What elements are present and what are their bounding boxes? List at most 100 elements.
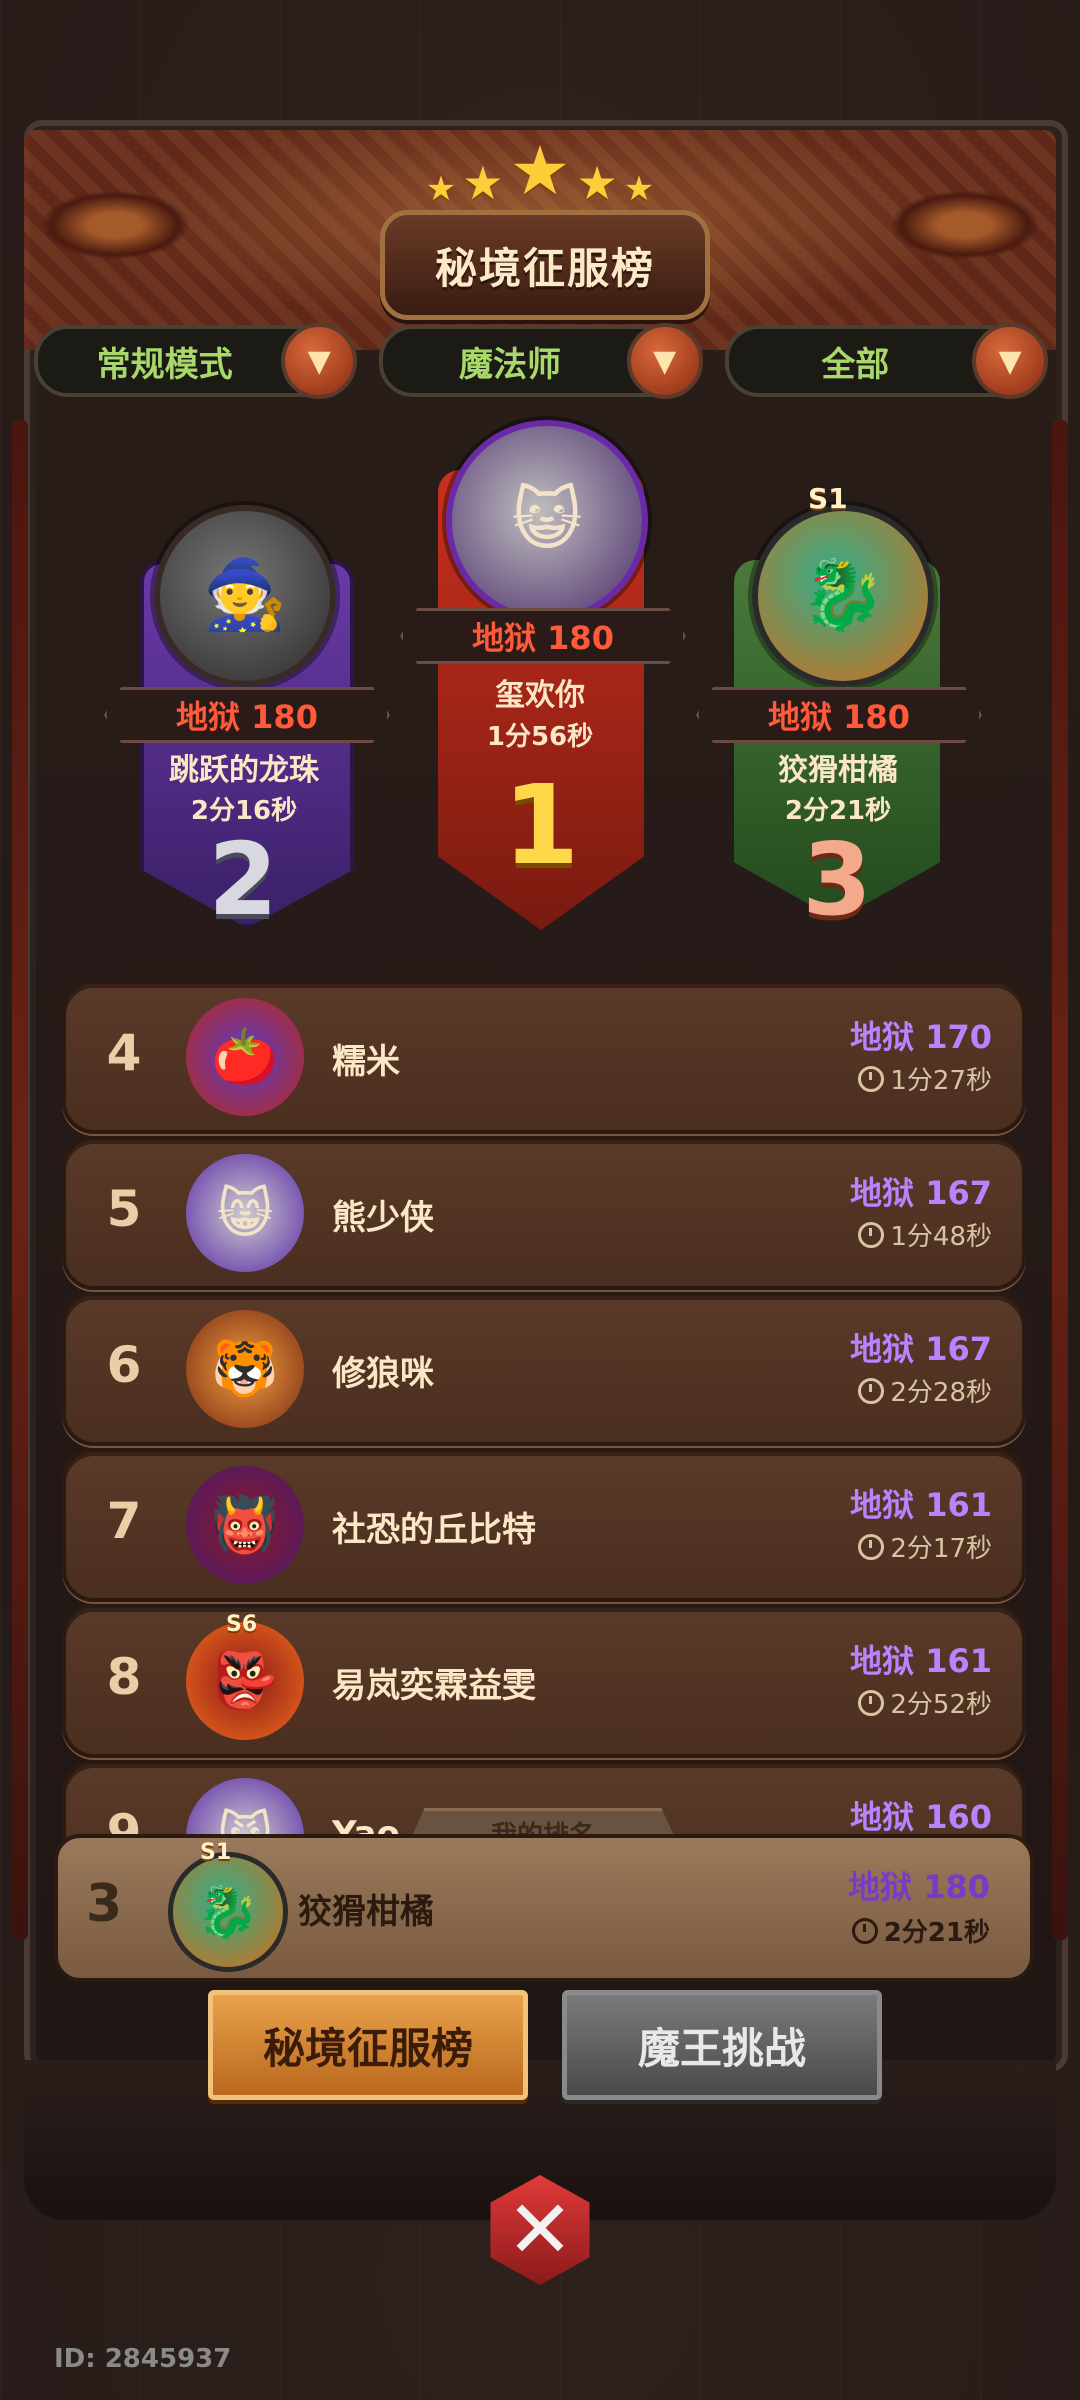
avatar: 🍅: [186, 998, 304, 1116]
tiger-avatar-icon: 🐯: [211, 1337, 279, 1400]
player-name: 跳跃的龙珠: [169, 753, 319, 788]
dropdown-label: 全部: [821, 344, 890, 385]
star-icon: ★: [623, 169, 655, 209]
scope-dropdown[interactable]: 全部 ▼: [724, 323, 1048, 399]
banner-eye-decoration: [890, 190, 1040, 260]
filter-bar: 常规模式 ▼ 魔法师 ▼ 全部 ▼: [34, 323, 1048, 399]
cat-avatar-icon: 😸: [216, 1181, 274, 1245]
avatar[interactable]: 😺: [446, 420, 648, 622]
score-text: 地狱 180: [848, 1868, 990, 1906]
score-text: 地狱 160: [850, 1798, 992, 1836]
player-name: 糯米: [332, 1042, 400, 1082]
rank-number: 6: [106, 1336, 142, 1394]
stars-decoration: ★ ★ ★ ★ ★: [400, 126, 680, 211]
clock-icon: [858, 1065, 885, 1092]
score-text: 地狱 180: [472, 619, 614, 657]
score-text: 地狱 167: [850, 1174, 992, 1212]
user-id: ID: 2845937: [54, 2344, 232, 2374]
player-name: 易岚奕霖益雯: [332, 1666, 536, 1706]
mode-dropdown[interactable]: 常规模式 ▼: [34, 323, 358, 399]
wizard-avatar-icon: 🧙: [202, 556, 288, 635]
hooded-avatar-icon: 👺: [211, 1649, 279, 1712]
player-name: 玺欢你: [495, 678, 585, 713]
score-text: 地狱 161: [850, 1486, 992, 1524]
hooded-avatar-icon: 👹: [211, 1493, 279, 1556]
clear-time-row: 1分48秒: [858, 1216, 992, 1253]
score-ribbon: 地狱 180: [400, 608, 686, 664]
cat-avatar-icon: 😺: [511, 481, 583, 560]
banner-eye-decoration: [40, 190, 190, 260]
clock-icon: [858, 1533, 885, 1560]
avatar: 😸: [186, 1154, 304, 1272]
score-text: 地狱 161: [850, 1642, 992, 1680]
rank-number: 8: [106, 1648, 142, 1706]
star-icon: ★: [576, 156, 618, 210]
rank-number: 1: [502, 761, 580, 889]
list-item[interactable]: 6 🐯 修狼咪 地狱 167 2分28秒: [62, 1292, 1026, 1446]
clear-time-row: 2分52秒: [858, 1684, 992, 1721]
star-icon: ★: [462, 156, 504, 210]
clear-time: 1分56秒: [486, 722, 594, 752]
list-item[interactable]: 5 😸 熊少侠 地狱 167 1分48秒: [62, 1136, 1026, 1290]
player-name: 熊少侠: [332, 1198, 434, 1238]
tab-demon-king-challenge[interactable]: 魔王挑战: [562, 1990, 882, 2100]
avatar[interactable]: 🐉: [752, 505, 934, 687]
rank-number: 3: [802, 821, 872, 938]
class-dropdown[interactable]: 魔法师 ▼: [379, 323, 703, 399]
star-icon: ★: [509, 132, 571, 211]
rank-number: 2: [208, 821, 278, 938]
avatar: 🐯: [186, 1310, 304, 1428]
list-item[interactable]: 4 🍅 糯米 地狱 170 1分27秒: [62, 980, 1026, 1134]
clear-time-row: 1分27秒: [858, 1060, 992, 1097]
frame-side-decoration: [1052, 420, 1068, 1940]
chevron-down-icon[interactable]: ▼: [281, 323, 358, 399]
score-ribbon: 地狱 180: [696, 687, 982, 743]
clear-time: 2分21秒: [883, 1918, 990, 1948]
avatar: 👺: [186, 1622, 304, 1740]
list-item[interactable]: 8 👺 S6 易岚奕霖益雯 地狱 161 2分52秒: [62, 1604, 1026, 1758]
rank-number: 4: [106, 1024, 142, 1082]
player-name: 狡猾柑橘: [778, 753, 898, 788]
player-name: 修狼咪: [332, 1354, 434, 1394]
chevron-down-icon[interactable]: ▼: [626, 323, 703, 399]
avatar[interactable]: 🧙: [154, 505, 336, 687]
clear-time-row: 2分28秒: [858, 1372, 992, 1409]
clear-time-row: 2分21秒: [851, 1912, 990, 1949]
frame-side-decoration: [12, 420, 28, 1940]
season-badge: S6: [226, 1612, 258, 1637]
avatar: 🐉: [168, 1852, 288, 1972]
clear-time: 1分27秒: [890, 1066, 992, 1096]
score-text: 地狱 180: [768, 698, 910, 736]
clock-icon: [858, 1221, 885, 1248]
clock-icon: [858, 1689, 885, 1716]
dropdown-label: 常规模式: [96, 344, 233, 385]
clear-time: 1分48秒: [890, 1222, 992, 1252]
score-ribbon: 地狱 180: [104, 687, 390, 743]
rank-number: 5: [106, 1180, 142, 1238]
rank-number: 7: [106, 1492, 142, 1550]
score-text: 地狱 170: [850, 1018, 992, 1056]
star-icon: ★: [425, 169, 457, 209]
dragon-avatar-icon: 🐉: [196, 1882, 260, 1941]
tomato-avatar-icon: 🍅: [211, 1025, 279, 1088]
chevron-down-icon[interactable]: ▼: [971, 323, 1048, 399]
tab-conquest-leaderboard[interactable]: 秘境征服榜: [208, 1990, 528, 2100]
score-text: 地狱 167: [850, 1330, 992, 1368]
dragon-avatar-icon: 🐉: [800, 556, 886, 635]
season-badge: S1: [808, 482, 848, 515]
title-plaque: 秘境征服榜: [380, 210, 710, 320]
avatar: 👹: [186, 1466, 304, 1584]
list-item[interactable]: 7 👹 社恐的丘比特 地狱 161 2分17秒: [62, 1448, 1026, 1602]
clear-time-row: 2分17秒: [858, 1528, 992, 1565]
clock-icon: [858, 1377, 885, 1404]
score-text: 地狱 180: [176, 698, 318, 736]
clock-icon: [851, 1917, 878, 1944]
player-name: 社恐的丘比特: [332, 1510, 536, 1550]
dropdown-label: 魔法师: [458, 344, 561, 385]
close-icon: ✕: [490, 2175, 590, 2285]
close-button[interactable]: ✕: [470, 2160, 610, 2300]
rank-number: 3: [86, 1874, 123, 1934]
page-title: 秘境征服榜: [434, 243, 655, 293]
clear-time: 2分17秒: [890, 1534, 992, 1564]
clear-time: 2分52秒: [890, 1690, 992, 1720]
